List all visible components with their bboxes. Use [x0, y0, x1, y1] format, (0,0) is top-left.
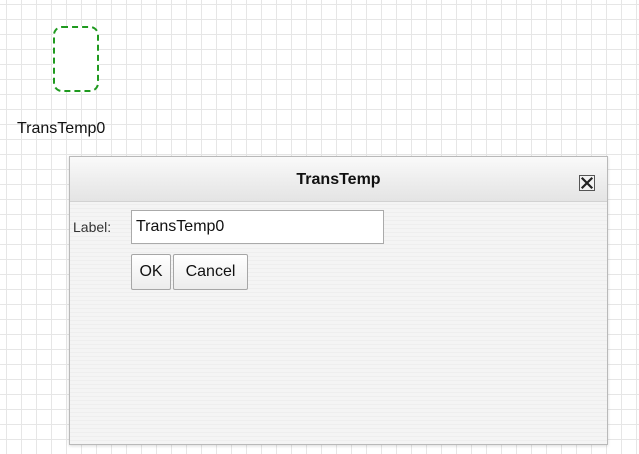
cancel-button[interactable]: Cancel: [173, 254, 248, 290]
shape-label: TransTemp0: [17, 120, 106, 137]
dialog-titlebar[interactable]: TransTemp: [70, 157, 607, 202]
diagram-canvas[interactable]: TransTemp0 TransTemp Label: OK Cancel: [0, 0, 639, 454]
ok-button[interactable]: OK: [131, 254, 171, 290]
transtemp-shape[interactable]: [53, 26, 99, 92]
dialog-title: TransTemp: [296, 171, 381, 188]
transtemp-dialog: TransTemp Label: OK Cancel: [69, 156, 608, 445]
close-icon[interactable]: [579, 175, 595, 191]
label-input[interactable]: [131, 210, 384, 244]
label-field-label: Label:: [73, 219, 112, 235]
